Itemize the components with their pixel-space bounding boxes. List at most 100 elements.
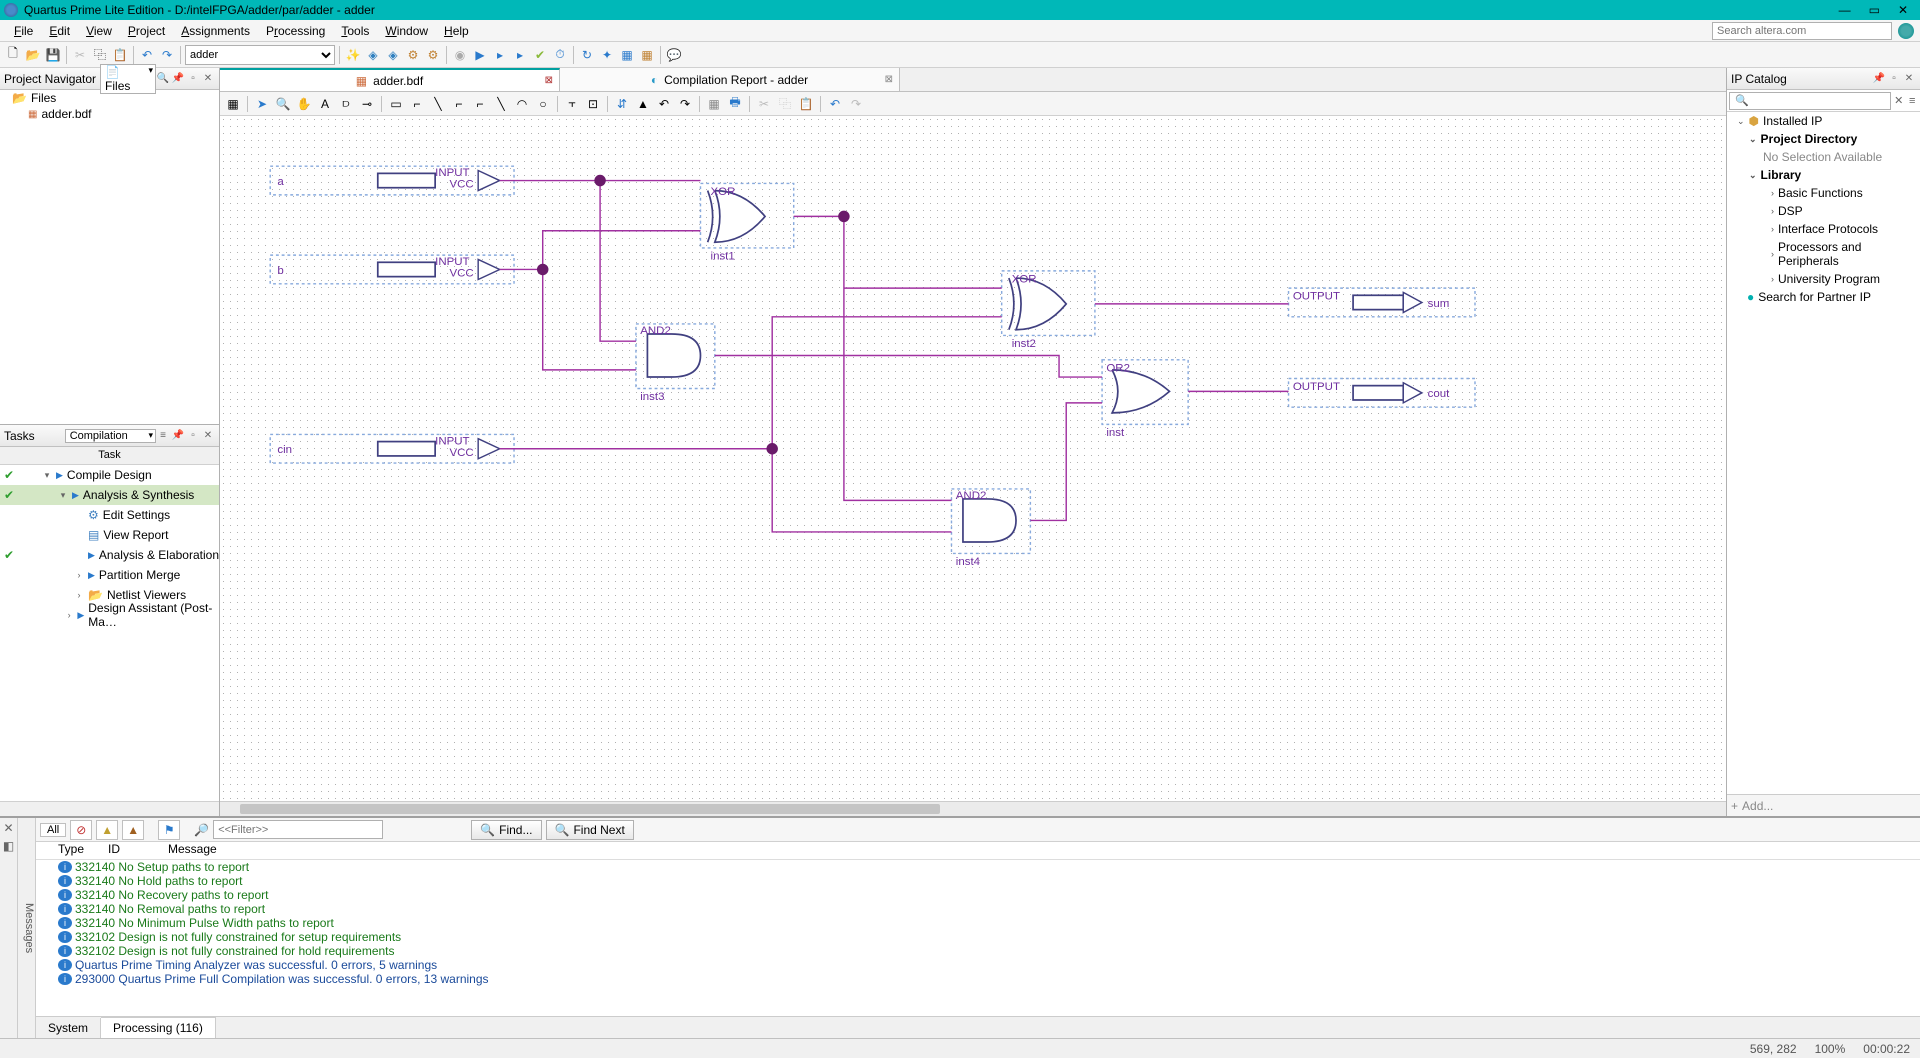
bus-icon[interactable]: ⌐: [450, 95, 468, 113]
close-button[interactable]: ✕: [1898, 3, 1908, 17]
msg-close-icon[interactable]: ✕: [3, 821, 13, 835]
redo2-icon[interactable]: ↷: [847, 95, 865, 113]
redo-icon[interactable]: ↷: [158, 46, 176, 64]
find-next-button[interactable]: 🔍Find Next: [546, 820, 634, 840]
message-line[interactable]: i Quartus Prime Timing Analyzer was succ…: [40, 958, 1920, 972]
minimize-button[interactable]: —: [1839, 3, 1851, 17]
pin-icon[interactable]: ⊸: [358, 95, 376, 113]
menu-view[interactable]: View: [78, 22, 120, 40]
new-file-icon[interactable]: 🗋: [4, 46, 22, 64]
task-row[interactable]: ›▶Partition Merge: [0, 565, 219, 585]
error-filter-icon[interactable]: ⊘: [70, 820, 92, 840]
msg-pin-icon[interactable]: ◧: [3, 839, 14, 853]
navtree-file[interactable]: ▦adder.bdf: [0, 106, 219, 122]
pan-icon[interactable]: ✋: [295, 95, 313, 113]
message-line[interactable]: i293000 Quartus Prime Full Compilation w…: [40, 972, 1920, 986]
menu-help[interactable]: Help: [436, 22, 477, 40]
ip-cat-basic[interactable]: ›Basic Functions: [1727, 184, 1920, 202]
ip-project-directory[interactable]: ⌄Project Directory: [1727, 130, 1920, 148]
ip-cat-university[interactable]: ›University Program: [1727, 270, 1920, 288]
tasks-close-icon[interactable]: ✕: [201, 429, 215, 443]
ip-add-bar[interactable]: +Add...: [1727, 794, 1920, 816]
find-button[interactable]: 🔍Find...: [471, 820, 541, 840]
menu-tools[interactable]: Tools: [333, 22, 377, 40]
critical-filter-icon[interactable]: ▲: [122, 820, 144, 840]
messages-tab-system[interactable]: System: [36, 1018, 101, 1038]
globe-icon[interactable]: [1898, 23, 1914, 39]
open-file-icon[interactable]: 📂: [24, 46, 42, 64]
task-row[interactable]: ✔▾▶Analysis & Synthesis: [0, 485, 219, 505]
circle-icon[interactable]: ○: [534, 95, 552, 113]
messages-filter-input[interactable]: [213, 820, 383, 839]
pn-pin-icon[interactable]: 📌: [171, 72, 185, 86]
task-row[interactable]: ▤View Report: [0, 525, 219, 545]
ip-pin-icon[interactable]: 📌: [1872, 72, 1886, 86]
tab-close-icon[interactable]: ⊠: [545, 75, 553, 86]
project-combo[interactable]: adder: [185, 45, 335, 65]
partsel-icon[interactable]: ⊡: [584, 95, 602, 113]
tasks-list-icon[interactable]: ≡: [156, 429, 170, 443]
playcheck-icon[interactable]: ✔: [531, 46, 549, 64]
pointer-icon[interactable]: ➤: [253, 95, 271, 113]
pn-search-icon[interactable]: 🔍: [156, 72, 170, 86]
blue-icon[interactable]: ✦: [598, 46, 616, 64]
message-line[interactable]: i332102 Design is not fully constrained …: [40, 944, 1920, 958]
refresh-icon[interactable]: ↻: [578, 46, 596, 64]
clock-icon[interactable]: ⏱: [551, 46, 569, 64]
menu-edit[interactable]: Edit: [41, 22, 78, 40]
ip-installed[interactable]: ⌄⬢Installed IP: [1727, 112, 1920, 130]
tab-close-icon[interactable]: ⊠: [885, 74, 893, 85]
message-line[interactable]: i332140 No Minimum Pulse Width paths to …: [40, 916, 1920, 930]
print-icon[interactable]: 🖶: [726, 95, 744, 113]
menu-window[interactable]: Window: [377, 22, 436, 40]
flag-filter-icon[interactable]: ⚑: [158, 820, 180, 840]
play-icon[interactable]: ▶: [471, 46, 489, 64]
schematic-canvas[interactable]: aINPUTVCC bINPUTVCC cinINPUTVCC XORinst1…: [220, 116, 1726, 801]
save-icon[interactable]: 💾: [44, 46, 62, 64]
ip-cat-interface[interactable]: ›Interface Protocols: [1727, 220, 1920, 238]
ip-tree[interactable]: ⌄⬢Installed IP ⌄Project Directory No Sel…: [1727, 112, 1920, 794]
project-navigator-tree[interactable]: 📂Files ▦adder.bdf: [0, 90, 219, 425]
diamond-icon[interactable]: ◈: [364, 46, 382, 64]
maximize-button[interactable]: ▭: [1869, 3, 1880, 17]
text-icon[interactable]: A: [316, 95, 334, 113]
pn-max-icon[interactable]: ▫: [186, 72, 200, 86]
rotl-icon[interactable]: ↶: [655, 95, 673, 113]
stop-icon[interactable]: ◉: [451, 46, 469, 64]
warning-filter-icon[interactable]: ▲: [96, 820, 118, 840]
task-row[interactable]: ⚙Edit Settings: [0, 505, 219, 525]
diamond2-icon[interactable]: ◈: [384, 46, 402, 64]
play3-icon[interactable]: ▸: [511, 46, 529, 64]
task-row[interactable]: ✔▶Analysis & Elaboration: [0, 545, 219, 565]
gear-icon[interactable]: ⚙: [404, 46, 422, 64]
grid-icon[interactable]: ▦: [705, 95, 723, 113]
message-line[interactable]: i332102 Design is not fully constrained …: [40, 930, 1920, 944]
undo2-icon[interactable]: ↶: [826, 95, 844, 113]
tab-adder-bdf[interactable]: ▦ adder.bdf ⊠: [220, 68, 560, 91]
board-icon[interactable]: ▦: [638, 46, 656, 64]
task-row[interactable]: ›▶Design Assistant (Post-Ma…: [0, 605, 219, 625]
canvas-hscroll[interactable]: [220, 801, 1726, 816]
menu-project[interactable]: Project: [120, 22, 173, 40]
messages-list[interactable]: i332140 No Setup paths to reporti332140 …: [36, 860, 1920, 1016]
message-line[interactable]: i332140 No Hold paths to report: [40, 874, 1920, 888]
cut2-icon[interactable]: ✂: [755, 95, 773, 113]
message-line[interactable]: i332140 No Setup paths to report: [40, 860, 1920, 874]
rotr-icon[interactable]: ↷: [676, 95, 694, 113]
line-icon[interactable]: ╲: [492, 95, 510, 113]
flipv-icon[interactable]: ▲: [634, 95, 652, 113]
menu-file[interactable]: File: [6, 22, 41, 40]
paste2-icon[interactable]: 📋: [797, 95, 815, 113]
tasks-hscroll[interactable]: [0, 801, 219, 816]
wire90-icon[interactable]: ⌐: [408, 95, 426, 113]
project-navigator-view-combo[interactable]: 📄 Files: [100, 64, 156, 94]
paste-icon[interactable]: 📋: [111, 46, 129, 64]
altera-search-input[interactable]: [1712, 22, 1892, 40]
arc-icon[interactable]: ◠: [513, 95, 531, 113]
copy-icon[interactable]: ⿻: [91, 46, 109, 64]
ip-search-input[interactable]: [1729, 92, 1891, 110]
undo-icon[interactable]: ↶: [138, 46, 156, 64]
tasks-combo[interactable]: Compilation: [65, 429, 156, 443]
clear-search-icon[interactable]: ✕: [1893, 94, 1905, 107]
pn-close-icon[interactable]: ✕: [201, 72, 215, 86]
